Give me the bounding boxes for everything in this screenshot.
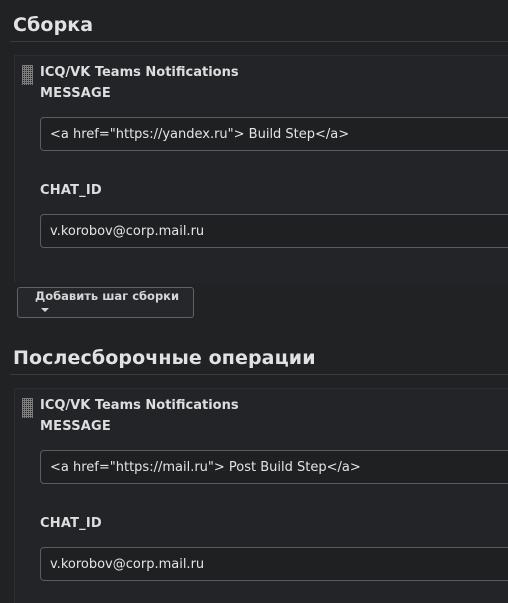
page: Сборка ICQ/VK Teams Notifications MESSAG…	[0, 0, 508, 603]
post-build-chat-id-label: CHAT_ID	[40, 516, 102, 531]
post-build-message-label: MESSAGE	[40, 419, 111, 434]
build-step-title: ICQ/VK Teams Notifications	[40, 65, 239, 80]
add-build-step-label: Добавить шаг сборки	[35, 288, 180, 303]
caret-down-icon	[41, 308, 49, 312]
drag-handle-icon[interactable]	[22, 65, 33, 85]
build-section-divider	[10, 41, 508, 42]
build-section-title: Сборка	[13, 14, 94, 36]
post-build-message-input[interactable]	[40, 450, 508, 484]
post-build-chat-id-input[interactable]	[40, 547, 508, 581]
build-message-label: MESSAGE	[40, 86, 111, 101]
build-chat-id-label: CHAT_ID	[40, 183, 102, 198]
build-message-input[interactable]	[40, 117, 508, 151]
post-build-step-panel: ICQ/VK Teams Notifications MESSAGE CHAT_…	[14, 388, 508, 603]
post-build-section-divider	[10, 374, 508, 375]
post-build-section-title: Послесборочные операции	[13, 347, 316, 369]
add-build-step-button[interactable]: Добавить шаг сборки	[17, 287, 194, 318]
build-step-panel: ICQ/VK Teams Notifications MESSAGE CHAT_…	[14, 55, 508, 283]
build-chat-id-input[interactable]	[40, 214, 508, 248]
post-build-step-title: ICQ/VK Teams Notifications	[40, 398, 239, 413]
drag-handle-icon[interactable]	[22, 398, 33, 418]
